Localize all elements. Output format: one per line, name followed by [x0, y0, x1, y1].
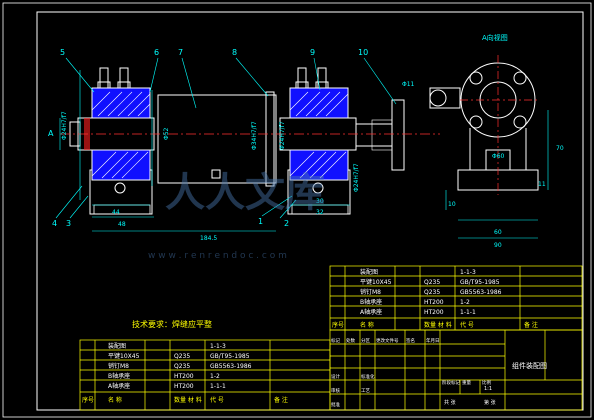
- bom-right-text: 装配图 1-1-3 平键10X45 Q235 GB/T95-1985 销钉M8 Q235 GB…: [332, 268, 538, 329]
- title-block-label: 工艺: [361, 388, 370, 394]
- dim-11: 11: [538, 181, 546, 188]
- bom-cell-material: HT200: [424, 309, 444, 316]
- dim-phi11: Φ11: [402, 81, 415, 88]
- drawing-name: 组件装配图: [512, 361, 547, 370]
- bom-header-cell: 备 注: [524, 321, 538, 329]
- bom-cell-code: 1-1-1: [460, 309, 476, 316]
- title-stage-label: 重量: [462, 379, 471, 386]
- bom-cell-material: Q235: [424, 289, 440, 296]
- bom-header-cell: 序号: [82, 396, 94, 404]
- balloon-1: 1: [258, 217, 263, 226]
- bom-cell-name: 销钉M8: [108, 362, 129, 370]
- bom-header-cell: 数量 材 料: [424, 321, 452, 329]
- title-block-label: 标准化: [361, 373, 375, 380]
- title-block-label: 审核: [331, 387, 340, 394]
- bom-cell-name: 平键10X45: [360, 278, 392, 286]
- title-block-label: 更改文件号: [376, 337, 399, 344]
- dim-phi-m1: Φ34H7/f7: [251, 121, 258, 150]
- watermark-main: 人人文库: [165, 170, 325, 216]
- cad-drawing-canvas: 5 6 7 8 9 10 4 3 2 1 A Φ24H7/f7 Φ52 Φ34H…: [2, 2, 592, 418]
- dim-phi-small: Φ24H7/f7: [353, 163, 360, 192]
- sheet-number: 第 张: [484, 399, 496, 406]
- bom-cell-material: HT200: [174, 373, 194, 380]
- bom-cell-code: GB5563-1986: [210, 363, 252, 370]
- bom-header-cell: 代 号: [460, 321, 474, 329]
- bom-cell-name: A轴承座: [108, 382, 130, 390]
- bom-cell-code: GB/T95-1985: [210, 353, 250, 360]
- dim-phi-m2: Φ24H7/f7: [279, 121, 286, 150]
- title-block-label: 设计: [331, 373, 340, 380]
- bom-header-cell: 名 称: [360, 321, 374, 329]
- balloon-7: 7: [178, 48, 183, 57]
- bom-cell-material: Q235: [174, 363, 190, 370]
- bom-cell-name: 装配图: [108, 342, 126, 350]
- title-stage-label: 比例: [482, 379, 491, 386]
- bom-cell-name: 平键10X45: [108, 352, 140, 360]
- title-block-label: 年月日: [426, 337, 440, 344]
- bom-cell-code: GB5563-1986: [460, 289, 502, 296]
- watermark: 人人文库 w w w . r e n r e n d o c . c o m: [148, 170, 325, 261]
- dim-90: 90: [494, 242, 502, 249]
- bom-cell-code: 1-2: [210, 373, 220, 380]
- bom-cell-name: B轴承座: [360, 298, 382, 306]
- bom-cell-material: Q235: [174, 353, 190, 360]
- bom-cell-name: B轴承座: [108, 372, 130, 380]
- bom-cell-code: 1-1-1: [210, 383, 226, 390]
- title-block-labels: 标记 处数 分区 更改文件号 签名 年月日设计 标准化审核 工艺批准 阶段标记 重量 比例: [331, 337, 491, 408]
- dim-phi-left: Φ24H7/f7: [61, 111, 68, 140]
- balloon-6: 6: [154, 48, 159, 57]
- bom-header-cell: 代 号: [210, 396, 224, 404]
- bom-cell-material: HT200: [174, 383, 194, 390]
- title-block-label: 分区: [361, 337, 370, 344]
- balloon-4: 4: [52, 219, 57, 228]
- watermark-url: w w w . r e n r e n d o c . c o m: [148, 251, 287, 261]
- bom-cell-name: 销钉M8: [360, 288, 381, 296]
- title-stage-label: 阶段标记: [442, 379, 460, 386]
- title-block-label: 签名: [406, 337, 415, 344]
- balloon-2: 2: [284, 219, 289, 228]
- dim-44: 44: [112, 209, 120, 216]
- bom-cell-code: GB/T95-1985: [460, 279, 500, 286]
- bom-cell-material: Q235: [424, 279, 440, 286]
- bom-header-cell: 序号: [332, 321, 344, 329]
- scale-value: 1:1: [484, 386, 492, 392]
- balloon-3: 3: [66, 219, 71, 228]
- sheet-total: 共 张: [444, 399, 456, 406]
- bom-header-cell: 备 注: [274, 396, 288, 404]
- dim-48: 48: [118, 221, 126, 228]
- bom-cell-code: 1-1-3: [460, 269, 476, 276]
- tech-requirements: 技术要求：焊缝应平整: [132, 319, 212, 329]
- title-block-label: 处数: [346, 337, 355, 344]
- dim-70: 70: [556, 145, 564, 152]
- bom-header-cell: 名 称: [108, 396, 122, 404]
- dim-10: 10: [448, 201, 456, 208]
- balloon-5: 5: [60, 48, 65, 57]
- dim-184: 184.5: [200, 235, 217, 242]
- bom-cell-code: 1-2: [460, 299, 470, 306]
- bom-cell-name: 装配图: [360, 268, 378, 276]
- dim-phi-mid: Φ52: [163, 127, 170, 140]
- title-block-label: 标记: [331, 337, 340, 344]
- bom-cell-name: A轴承座: [360, 308, 382, 316]
- view-a-label: A向视图: [482, 33, 508, 42]
- title-block-label: 批准: [331, 401, 340, 408]
- bom-cell-code: 1-1-3: [210, 343, 226, 350]
- bom-left-text: 装配图 1-1-3 平键10X45 Q235 GB/T95-1985 销钉M8 Q235 GB…: [82, 342, 288, 404]
- dim-60: 60: [494, 229, 502, 236]
- balloon-8: 8: [232, 48, 237, 57]
- dimension-texts: A Φ24H7/f7 Φ52 Φ34H7/f7 Φ24H7/f7 Φ24H7/f…: [48, 33, 564, 249]
- balloon-9: 9: [310, 48, 315, 57]
- right-shaft-flange: [355, 99, 405, 171]
- dim-a-left: A: [48, 129, 54, 138]
- left-bearing-seat: [69, 67, 155, 215]
- balloon-10: 10: [358, 48, 368, 57]
- bom-cell-material: HT200: [424, 299, 444, 306]
- a-view-bearing-seat: [429, 55, 540, 195]
- dim-phi60: Φ60: [492, 153, 505, 160]
- bom-header-cell: 数量 材 料: [174, 396, 202, 404]
